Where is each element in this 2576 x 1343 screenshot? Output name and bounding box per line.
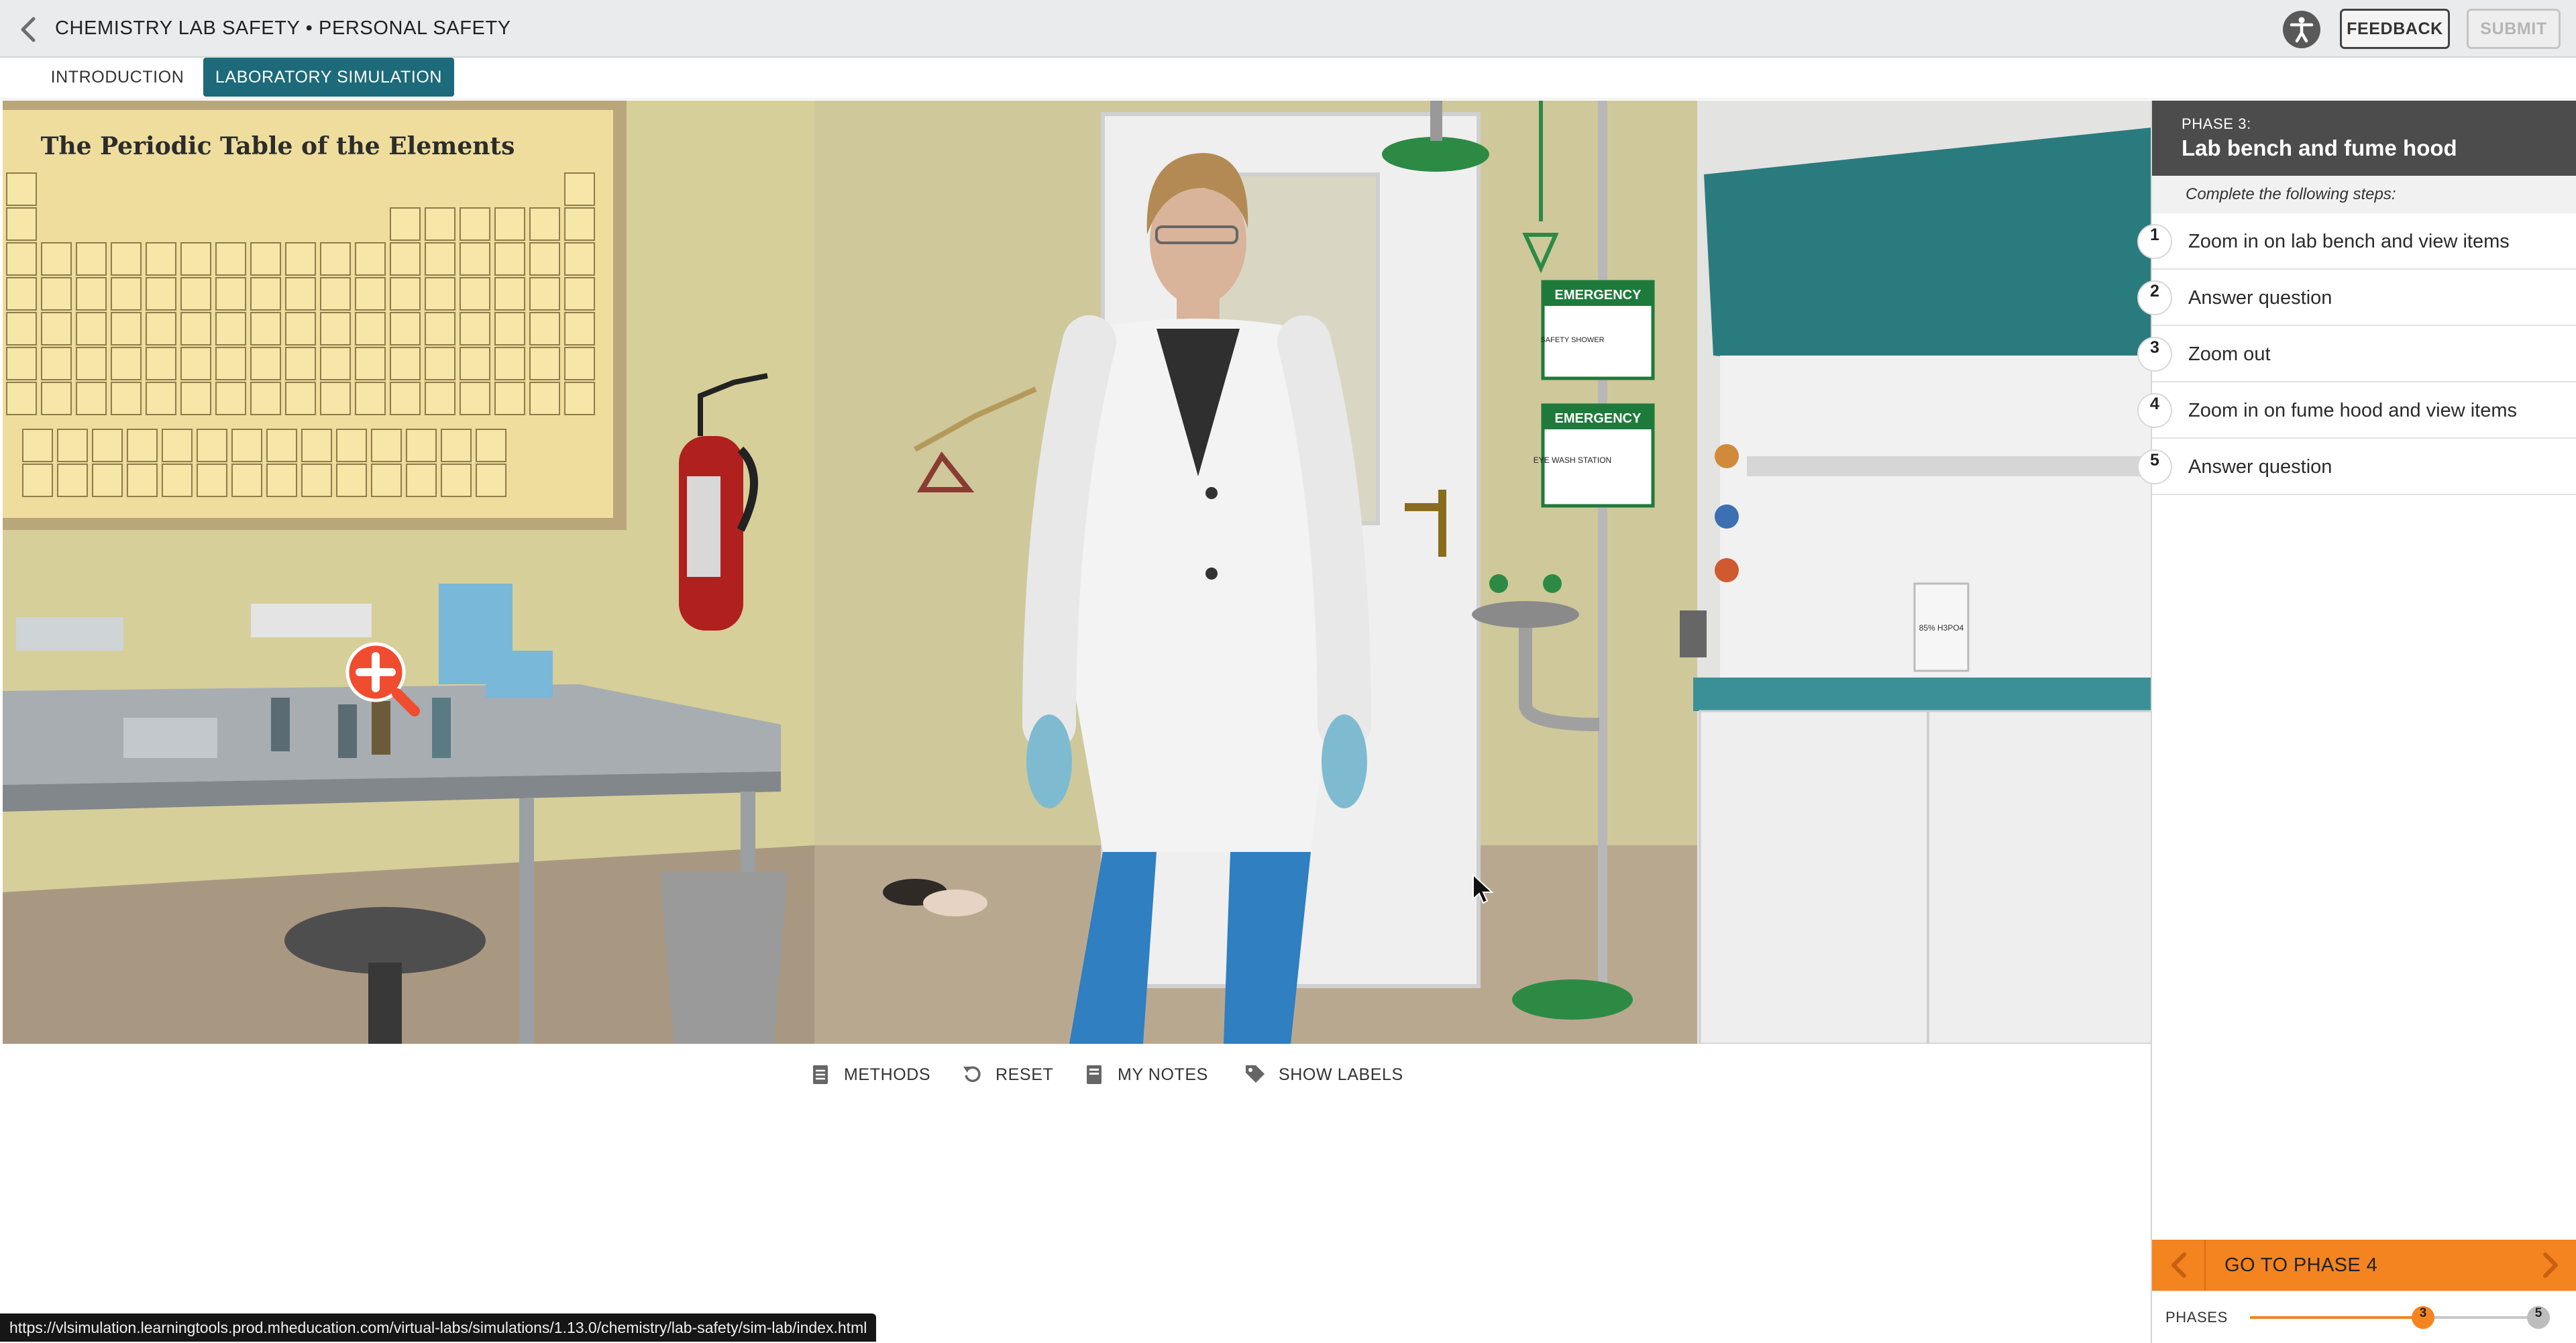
step-text: Answer question	[2188, 287, 2332, 309]
accessibility-icon[interactable]	[2283, 11, 2320, 48]
phases-track-fill	[2250, 1316, 2423, 1319]
fume-hood: 85% H3PO4	[1680, 127, 2152, 1044]
last-phase-knob[interactable]: 5	[2527, 1306, 2550, 1329]
step-text: Zoom in on fume hood and view items	[2188, 400, 2518, 421]
mouse-cursor-icon	[1472, 873, 1494, 904]
tab-introduction[interactable]: INTRODUCTION	[40, 58, 195, 97]
periodic-table-poster: The Periodic Table of the Elements	[3, 101, 627, 530]
phase-panel: PHASE 3: Lab bench and fume hood Complet…	[2137, 101, 2576, 1343]
sign-eye-wash: EMERGENCY EYE WASH STATION	[1534, 403, 1655, 508]
methods-icon	[813, 1065, 828, 1084]
submit-button[interactable]: SUBMIT	[2467, 9, 2561, 49]
step-number: 4	[2137, 393, 2172, 428]
feedback-button[interactable]: FEEDBACK	[2340, 9, 2450, 49]
lab-scene-illustration: The Periodic Table of the Elements EMERG…	[3, 101, 2152, 1044]
page-title: CHEMISTRY LAB SAFETY • PERSONAL SAFETY	[55, 17, 511, 39]
step-item: 4 Zoom in on fume hood and view items	[2137, 382, 2576, 439]
reset-label: RESET	[996, 1065, 1054, 1084]
show-labels-button[interactable]: SHOW LABELS	[1244, 1060, 1403, 1089]
reset-icon	[963, 1066, 981, 1082]
my-notes-button[interactable]: MY NOTES	[1083, 1060, 1208, 1089]
step-number: 1	[2137, 224, 2172, 259]
step-item: 3 Zoom out	[2137, 326, 2576, 382]
phase-number: PHASE 3:	[2182, 115, 2251, 132]
back-chevron-icon[interactable]	[17, 16, 40, 43]
reset-button[interactable]: RESET	[961, 1060, 1053, 1089]
chevron-left-icon	[2171, 1252, 2186, 1278]
step-number: 5	[2137, 449, 2172, 484]
step-item: 5 Answer question	[2137, 439, 2576, 495]
top-header: CHEMISTRY LAB SAFETY • PERSONAL SAFETY F…	[0, 0, 2576, 58]
previous-phase-button[interactable]	[2152, 1240, 2206, 1291]
phase-title: Lab bench and fume hood	[2182, 136, 2457, 160]
scene-toolbar: METHODS RESET MY NOTES SHOW LABELS	[0, 1044, 2151, 1104]
sign-shower-text: SAFETY SHOWER	[1540, 336, 1604, 344]
notes-icon	[1087, 1065, 1102, 1084]
tab-bar: INTRODUCTION LABORATORY SIMULATION	[0, 58, 2576, 99]
current-phase-knob[interactable]: 3	[2412, 1306, 2434, 1329]
bottle-label: 85% H3PO4	[1919, 623, 1964, 633]
step-number: 2	[2137, 280, 2172, 315]
methods-button[interactable]: METHODS	[809, 1060, 930, 1089]
phases-label: PHASES	[2165, 1309, 2228, 1326]
show-labels-label: SHOW LABELS	[1279, 1065, 1403, 1084]
go-to-next-phase-button[interactable]: GO TO PHASE 4	[2152, 1240, 2576, 1291]
steps-intro: Complete the following steps:	[2152, 176, 2576, 213]
methods-label: METHODS	[844, 1065, 931, 1084]
phases-progress: PHASES 3 5	[2152, 1291, 2576, 1343]
lab-scene[interactable]: The Periodic Table of the Elements EMERG…	[3, 101, 2152, 1044]
phase-header: PHASE 3: Lab bench and fume hood	[2152, 101, 2576, 176]
next-phase-button[interactable]	[2530, 1240, 2571, 1291]
periodic-table-title: The Periodic Table of the Elements	[41, 132, 515, 160]
sign-eyewash-title: EMERGENCY	[1555, 411, 1642, 426]
step-number: 3	[2137, 337, 2172, 372]
tag-icon	[1246, 1065, 1265, 1083]
sign-safety-shower: EMERGENCY SAFETY SHOWER	[1540, 280, 1655, 380]
sign-eyewash-text: EYE WASH STATION	[1534, 455, 1611, 465]
go-to-phase-label: GO TO PHASE 4	[2224, 1254, 2378, 1276]
step-item: 2 Answer question	[2137, 270, 2576, 326]
tab-laboratory-simulation[interactable]: LABORATORY SIMULATION	[203, 58, 454, 97]
zoom-in-icon[interactable]	[341, 637, 421, 718]
my-notes-label: MY NOTES	[1118, 1065, 1208, 1084]
chevron-right-icon	[2543, 1252, 2558, 1278]
sign-shower-title: EMERGENCY	[1555, 288, 1642, 303]
step-text: Zoom in on lab bench and view items	[2188, 231, 2510, 252]
step-text: Zoom out	[2188, 343, 2271, 365]
step-item: 1 Zoom in on lab bench and view items	[2137, 213, 2576, 270]
step-text: Answer question	[2188, 456, 2332, 478]
status-bar-url: https://vlsimulation.learningtools.prod.…	[0, 1313, 877, 1342]
